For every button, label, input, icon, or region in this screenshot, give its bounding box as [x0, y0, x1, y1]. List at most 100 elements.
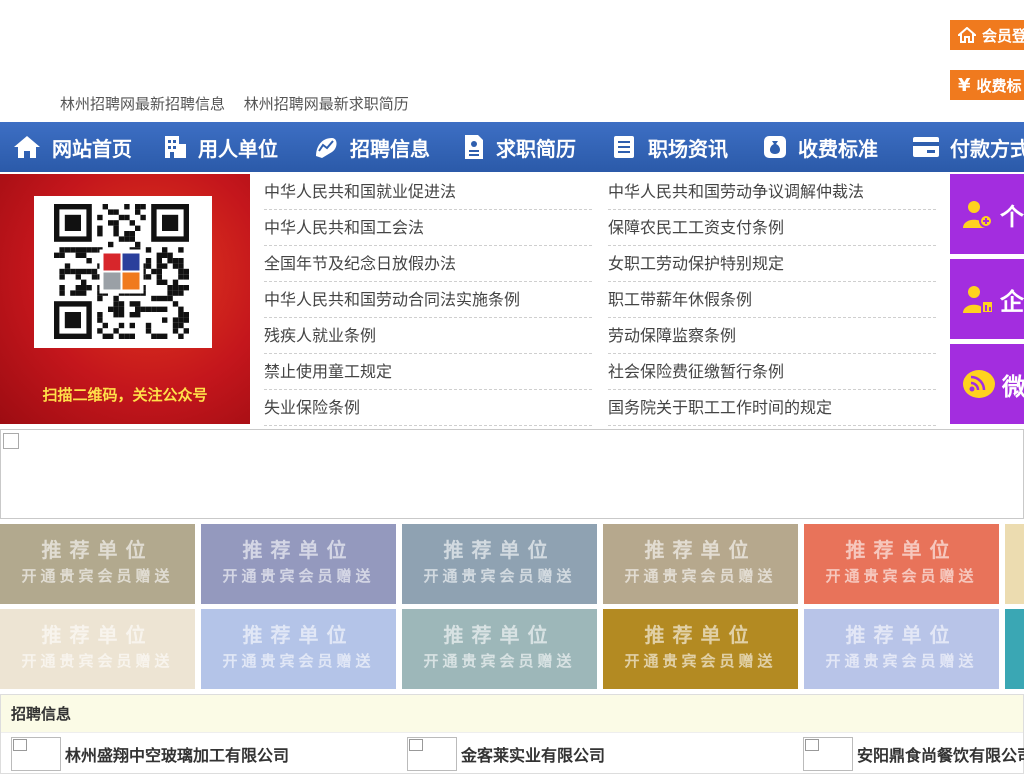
- law-link[interactable]: 女职工劳动保护特别规定: [608, 246, 936, 282]
- recommend-tile[interactable]: 推荐单位开通贵宾会员赠送: [804, 609, 999, 689]
- recommend-tile[interactable]: 推荐单位开通贵宾会员赠送: [201, 609, 396, 689]
- recommend-tile[interactable]: 推荐单位开通贵宾会员赠送: [1005, 609, 1024, 689]
- nav-home[interactable]: 网站首页: [0, 122, 150, 172]
- recommend-tile[interactable]: 推荐单位开通贵宾会员赠送: [603, 524, 798, 604]
- chart-icon: [312, 134, 340, 160]
- tile-subtitle: 开通贵宾会员赠送: [624, 567, 777, 585]
- tile-title: 推荐单位: [644, 538, 757, 562]
- nav-jobs-label: 招聘信息: [350, 136, 430, 161]
- company-name[interactable]: 林州盛翔中空玻璃加工有限公司: [65, 742, 289, 766]
- tile-subtitle: 开通贵宾会员赠送: [825, 652, 978, 670]
- nav-fees[interactable]: 收费标准: [750, 122, 900, 172]
- news-icon: [612, 134, 638, 160]
- main-nav: 网站首页 用人单位 招聘信息 求职简历 职场资讯 收费标准 付款方式: [0, 122, 1024, 172]
- law-link[interactable]: 社会保险费征缴暂行条例: [608, 354, 936, 390]
- fee-standard-button[interactable]: ¥ 收费标: [950, 70, 1024, 100]
- law-link[interactable]: 中华人民共和国工会法: [264, 210, 592, 246]
- law-link[interactable]: 中华人民共和国就业促进法: [264, 174, 592, 210]
- company-user-icon: [962, 283, 994, 315]
- top-links: 林州招聘网最新招聘信息 林州招聘网最新求职简历: [60, 93, 423, 114]
- broken-image-icon: [3, 433, 19, 449]
- tile-subtitle: 开通贵宾会员赠送: [423, 652, 576, 670]
- personal-label: 个: [1000, 202, 1024, 231]
- law-link[interactable]: 职工带薪年休假条例: [608, 282, 936, 318]
- company-label: 企: [1000, 287, 1024, 316]
- nav-fees-label: 收费标准: [798, 136, 878, 161]
- law-link[interactable]: 失业保险条例: [264, 390, 592, 426]
- nav-resumes[interactable]: 求职简历: [450, 122, 600, 172]
- job-item[interactable]: 金客莱实业有限公司: [407, 737, 605, 771]
- nav-jobs[interactable]: 招聘信息: [300, 122, 450, 172]
- company-logo: [407, 737, 457, 771]
- nav-employers[interactable]: 用人单位: [150, 122, 300, 172]
- tile-title: 推荐单位: [443, 538, 556, 562]
- job-item[interactable]: 安阳鼎食尚餐饮有限公司: [803, 737, 1024, 771]
- tile-title: 推荐单位: [41, 623, 154, 647]
- fee-standard-label: 收费标: [976, 76, 1022, 95]
- document-icon: [462, 134, 486, 160]
- tile-subtitle: 开通贵宾会员赠送: [423, 567, 576, 585]
- member-login-button[interactable]: 会员登: [950, 20, 1024, 50]
- tile-title: 推荐单位: [1005, 538, 1024, 562]
- tile-title: 推荐单位: [845, 623, 958, 647]
- job-item[interactable]: 林州盛翔中空玻璃加工有限公司: [11, 737, 289, 771]
- wechat-label: 微: [1002, 372, 1024, 401]
- person-add-icon: [962, 198, 994, 230]
- law-row: 失业保险条例 国务院关于职工工作时间的规定: [264, 390, 936, 426]
- nav-resumes-label: 求职简历: [496, 136, 576, 161]
- tile-title: 推荐单位: [242, 538, 355, 562]
- tile-subtitle: 开通贵宾会员赠送: [21, 567, 174, 585]
- law-link[interactable]: 中华人民共和国劳动合同法实施条例: [264, 282, 592, 318]
- recommend-tile[interactable]: 推荐单位开通贵宾会员赠送: [402, 609, 597, 689]
- company-name[interactable]: 金客莱实业有限公司: [461, 742, 605, 766]
- qr-caption: 扫描二维码，关注公众号: [42, 386, 208, 404]
- building-icon: [162, 134, 188, 160]
- company-name[interactable]: 安阳鼎食尚餐饮有限公司: [857, 742, 1024, 766]
- personal-register-button[interactable]: 个: [950, 174, 1024, 254]
- nav-payment-label: 付款方式: [950, 136, 1024, 161]
- nav-news[interactable]: 职场资讯: [600, 122, 750, 172]
- recommend-tile[interactable]: 推荐单位开通贵宾会员赠送: [603, 609, 798, 689]
- law-link[interactable]: 全国年节及纪念日放假办法: [264, 246, 592, 282]
- recommended-companies: 推荐单位 开通贵宾会员赠送 推荐单位 开通贵宾会员赠送 推荐单位 开通贵宾会员赠送 推荐单位…: [0, 524, 1024, 690]
- tile-subtitle: 开通贵宾会员赠送: [222, 567, 375, 585]
- recommend-tile[interactable]: 推荐单位开通贵宾会员赠送: [402, 524, 597, 604]
- company-register-button[interactable]: 企: [950, 259, 1024, 339]
- law-link[interactable]: 禁止使用童工规定: [264, 354, 592, 390]
- wifi-chat-icon: [962, 368, 996, 400]
- law-link[interactable]: 保障农民工工资支付条例: [608, 210, 936, 246]
- wechat-button[interactable]: 微: [950, 344, 1024, 424]
- recommend-tile[interactable]: 推荐单位开通贵宾会员赠送: [0, 524, 195, 604]
- home-icon: [12, 134, 42, 160]
- tile-subtitle: 开通贵宾会员赠送: [1005, 651, 1024, 671]
- tile-subtitle: 开通贵宾会员赠送: [21, 652, 174, 670]
- law-link[interactable]: 残疾人就业条例: [264, 318, 592, 354]
- recommend-tile[interactable]: 推荐单位开通贵宾会员赠送: [804, 524, 999, 604]
- card-icon: [912, 135, 940, 159]
- company-logo: [803, 737, 853, 771]
- money-bag-icon: [762, 134, 788, 160]
- ad-banner[interactable]: [0, 429, 1024, 519]
- section-title: 招聘信息: [1, 695, 1023, 733]
- law-row: 中华人民共和国工会法 保障农民工工资支付条例: [264, 210, 936, 246]
- latest-resumes-link[interactable]: 林州招聘网最新求职简历: [244, 95, 409, 113]
- tile-subtitle: 开通贵宾会员赠送: [624, 652, 777, 670]
- qr-code: [34, 196, 212, 348]
- latest-jobs-link[interactable]: 林州招聘网最新招聘信息: [60, 95, 225, 113]
- law-link[interactable]: 劳动保障监察条例: [608, 318, 936, 354]
- law-link[interactable]: 中华人民共和国劳动争议调解仲裁法: [608, 174, 936, 210]
- yen-icon: ¥: [958, 74, 971, 96]
- law-link[interactable]: 国务院关于职工工作时间的规定: [608, 390, 936, 426]
- qr-promo: 扫描二维码，关注公众号: [0, 174, 250, 424]
- recommend-tile[interactable]: 推荐单位开通贵宾会员赠送: [0, 609, 195, 689]
- company-logo: [11, 737, 61, 771]
- tile-title: 推荐单位: [644, 623, 757, 647]
- home-icon: [958, 27, 976, 43]
- tile-subtitle: 开通贵宾会员赠送: [1005, 566, 1024, 586]
- tile-subtitle: 开通贵宾会员赠送: [825, 567, 978, 585]
- nav-payment[interactable]: 付款方式: [900, 122, 1024, 172]
- recommend-tile[interactable]: 推荐单位开通贵宾会员赠送: [1005, 524, 1024, 604]
- law-row: 中华人民共和国就业促进法 中华人民共和国劳动争议调解仲裁法: [264, 174, 936, 210]
- recommend-tile[interactable]: 推荐单位开通贵宾会员赠送: [201, 524, 396, 604]
- law-links: 中华人民共和国就业促进法 中华人民共和国劳动争议调解仲裁法 中华人民共和国工会法…: [264, 174, 936, 426]
